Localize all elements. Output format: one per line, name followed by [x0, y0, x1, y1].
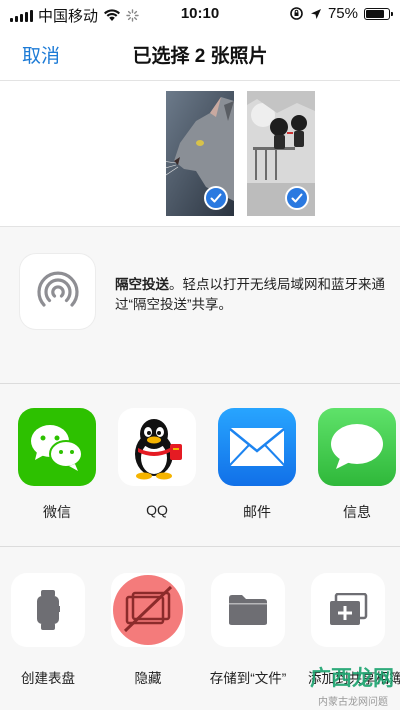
actions-row: 创建表盘 隐藏 存储到“文件” 添加到共享相簿 广西龙网 内蒙古龙网问题 — [0, 547, 400, 710]
share-apps-row: 微信 QQ 邮件 信息 — [0, 384, 400, 547]
action-label: 隐藏 — [134, 671, 162, 686]
selected-checkmark-icon — [204, 186, 228, 210]
action-create-watch-face[interactable]: 创建表盘 — [8, 573, 88, 687]
shared-album-tile — [311, 573, 385, 647]
hide-icon — [113, 575, 183, 645]
app-label: 微信 — [43, 504, 71, 520]
location-icon — [310, 8, 321, 19]
wechat-icon — [18, 408, 96, 486]
watch-face-tile — [11, 573, 85, 647]
share-app-qq[interactable]: QQ — [117, 408, 197, 518]
mail-icon — [218, 408, 296, 486]
photo-thumbnail-couple[interactable] — [247, 91, 315, 216]
status-right: 75% — [289, 5, 393, 22]
app-label: QQ — [146, 502, 168, 518]
battery-percent: 75% — [327, 5, 358, 22]
action-save-to-files[interactable]: 存储到“文件” — [208, 573, 288, 687]
selected-photos-strip — [0, 81, 400, 227]
app-label: 信息 — [343, 504, 371, 520]
action-label: 存储到“文件” — [209, 671, 287, 686]
save-to-files-tile — [211, 573, 285, 647]
status-bar: 中国移动 10:10 75% — [0, 0, 400, 28]
action-label: 创建表盘 — [21, 671, 75, 686]
shared-album-icon — [330, 593, 368, 625]
page-title: 已选择 2 张照片 — [132, 46, 268, 67]
share-app-mail[interactable]: 邮件 — [217, 408, 297, 522]
folder-icon — [229, 595, 267, 625]
action-hide[interactable]: 隐藏 — [108, 573, 188, 687]
selected-checkmark-icon — [285, 186, 309, 210]
hide-tile — [111, 573, 185, 647]
airdrop-button[interactable] — [20, 254, 95, 329]
watermark-subtext: 内蒙古龙网问题 — [318, 697, 388, 708]
battery-icon — [364, 7, 393, 20]
qq-penguin-icon — [118, 408, 196, 486]
airdrop-description: 隔空投送。轻点以打开无线局域网和蓝牙来通过“隔空投送”共享。 — [115, 275, 385, 315]
watch-icon — [37, 590, 60, 630]
share-app-messages[interactable]: 信息 — [317, 408, 397, 522]
airdrop-title: 隔空投送 — [115, 277, 169, 292]
watermark: 广西龙网 — [310, 667, 394, 690]
messages-icon — [318, 408, 396, 486]
share-app-wechat[interactable]: 微信 — [17, 408, 97, 522]
rotation-lock-icon — [290, 7, 303, 20]
airdrop-icon — [36, 271, 79, 307]
app-label: 邮件 — [243, 504, 271, 520]
airdrop-section: 隔空投送。轻点以打开无线局域网和蓝牙来通过“隔空投送”共享。 — [0, 227, 400, 384]
nav-bar: 取消 已选择 2 张照片 — [0, 28, 400, 81]
photo-thumbnail-cat[interactable] — [166, 91, 234, 216]
